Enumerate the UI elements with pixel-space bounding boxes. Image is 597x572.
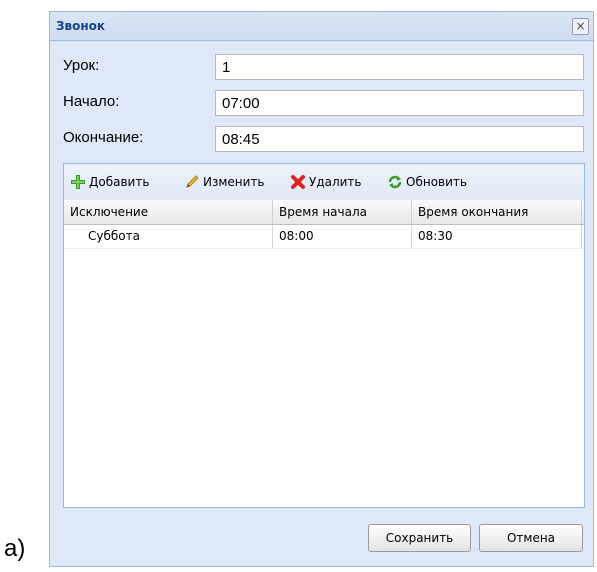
figure-caption: a): [4, 535, 26, 562]
delete-label: Удалить: [309, 175, 362, 189]
add-button[interactable]: Добавить: [70, 174, 149, 190]
grid-toolbar: Добавить Изменить Удалить Обновить: [64, 164, 584, 201]
column-header-start[interactable]: Время начала: [273, 200, 412, 224]
bell-dialog: Звонок × Урок: 1 Начало: 07:00 Окончание…: [49, 11, 594, 567]
table-row[interactable]: Суббота 08:00 08:30: [64, 225, 584, 249]
column-header-end[interactable]: Время окончания: [412, 200, 582, 224]
start-time-field[interactable]: 07:00: [215, 90, 584, 116]
refresh-icon: [387, 174, 403, 190]
cancel-button[interactable]: Отмена: [479, 524, 583, 552]
cell-end: 08:30: [412, 225, 582, 248]
cell-exception: Суббота: [64, 225, 273, 248]
plus-icon: [70, 174, 86, 190]
lesson-field[interactable]: 1: [215, 54, 584, 80]
lesson-label: Урок:: [63, 57, 100, 74]
refresh-button[interactable]: Обновить: [387, 174, 467, 190]
grid-header: Исключение Время начала Время окончания: [64, 200, 584, 225]
red-x-icon: [290, 174, 306, 190]
dialog-title: Звонок: [56, 19, 106, 33]
dialog-titlebar: Звонок ×: [50, 12, 593, 41]
delete-button[interactable]: Удалить: [290, 174, 362, 190]
exceptions-panel: Добавить Изменить Удалить Обновить Исклю…: [63, 163, 585, 508]
close-icon[interactable]: ×: [572, 18, 589, 35]
pencil-icon: [184, 174, 200, 190]
end-time-field[interactable]: 08:45: [215, 126, 584, 152]
end-label: Окончание:: [63, 129, 144, 146]
cell-start: 08:00: [273, 225, 412, 248]
column-header-exception[interactable]: Исключение: [64, 200, 273, 224]
start-label: Начало:: [63, 93, 120, 110]
refresh-label: Обновить: [406, 175, 467, 189]
edit-label: Изменить: [203, 175, 265, 189]
edit-button[interactable]: Изменить: [184, 174, 265, 190]
add-label: Добавить: [89, 175, 150, 189]
save-button[interactable]: Сохранить: [368, 524, 471, 552]
